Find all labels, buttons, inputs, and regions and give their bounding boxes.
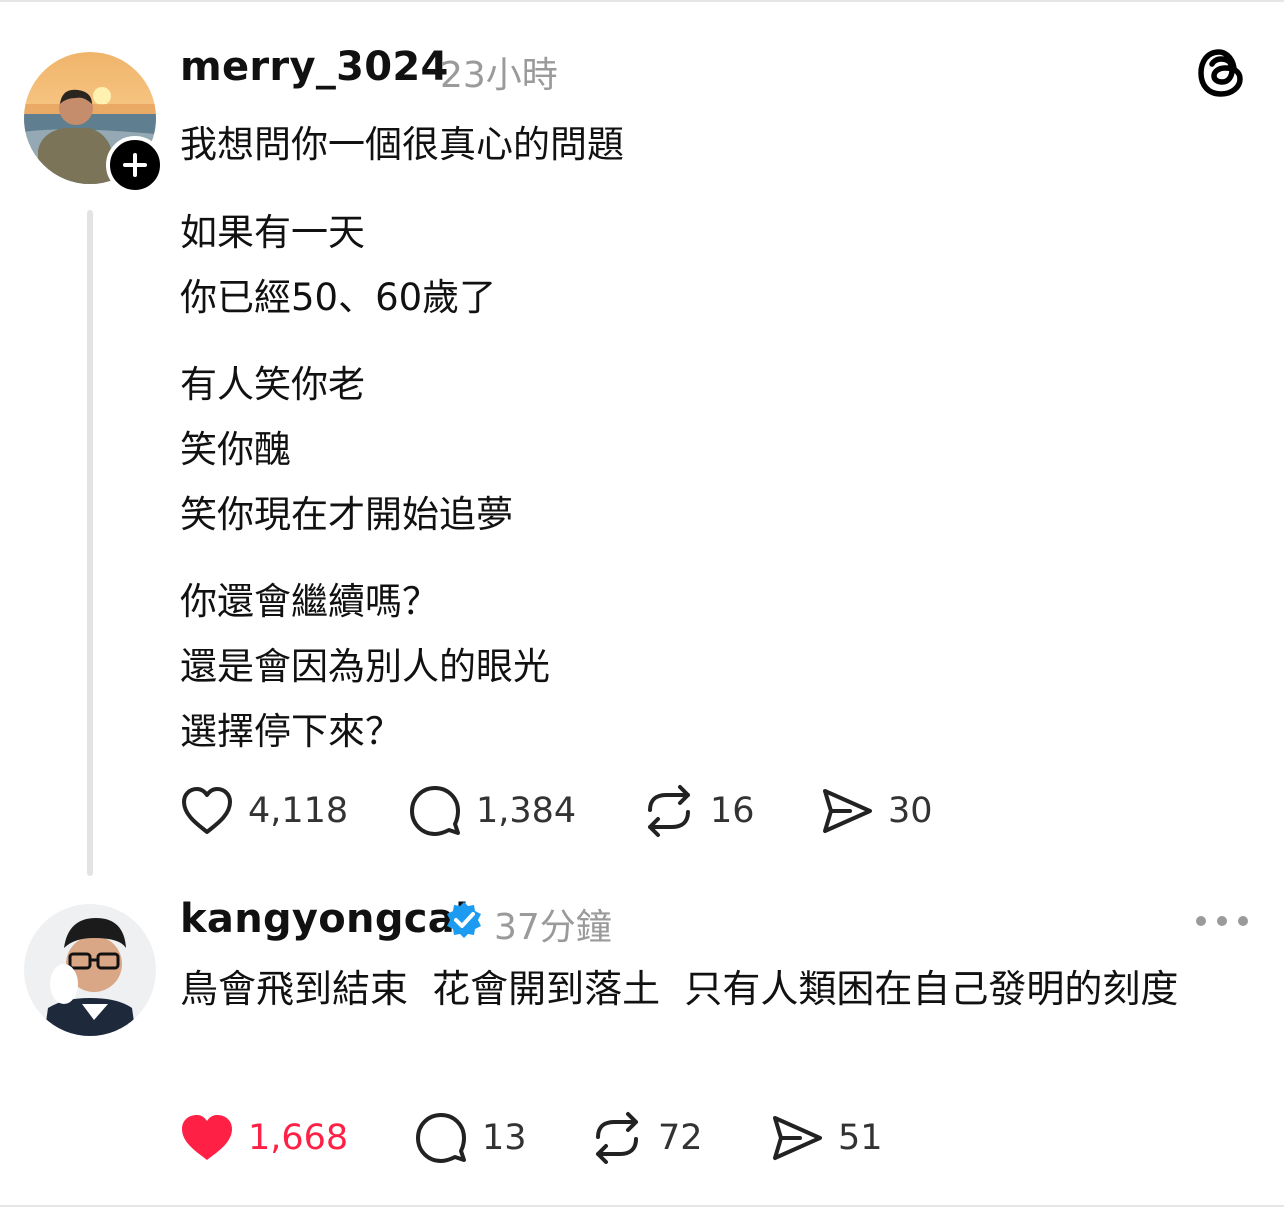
- post-text-line: 如果有一天: [180, 211, 365, 254]
- comment-count: 1,384: [476, 791, 577, 831]
- post-text-line: 我想問你一個很真心的問題: [180, 123, 624, 166]
- repost-icon: [596, 1112, 638, 1164]
- reply-username[interactable]: kangyongcai: [180, 896, 469, 942]
- repost-count: 16: [710, 791, 755, 831]
- bottom-divider: [0, 1205, 1284, 1207]
- reply-comment-button[interactable]: 13: [414, 1108, 527, 1168]
- more-icon: [1196, 916, 1206, 926]
- repost-button[interactable]: 16: [642, 781, 755, 841]
- more-options-button[interactable]: [1196, 904, 1248, 938]
- reply-like-count: 1,668: [248, 1118, 349, 1158]
- reply-avatar[interactable]: [24, 904, 156, 1036]
- comment-button[interactable]: 1,384: [408, 781, 576, 841]
- post-text-line: 選擇停下來？: [180, 710, 402, 753]
- like-button[interactable]: 4,118: [180, 781, 348, 841]
- post-action-bar: 4,118 1,384 16 30: [180, 781, 980, 841]
- reply-share-count: 51: [838, 1118, 883, 1158]
- reply-repost-count: 72: [658, 1118, 703, 1158]
- heart-icon: [182, 787, 232, 834]
- reply-text: 鳥會飛到結束 花會開到落土 只有人類困在自己發明的刻度: [180, 967, 1179, 1011]
- comment-bubble-icon: [410, 786, 460, 836]
- reply-share-button[interactable]: 51: [770, 1108, 883, 1168]
- post-text-line: 笑你醜: [180, 428, 291, 471]
- verified-badge-icon: [447, 902, 481, 938]
- more-icon: [1217, 916, 1227, 926]
- plus-icon: [123, 153, 147, 177]
- comment-bubble-icon: [416, 1113, 466, 1163]
- post-text-line: 你已經50、60歲了: [180, 276, 497, 319]
- send-icon: [773, 1116, 822, 1160]
- reply-action-bar: 1,668 13 72 51: [180, 1108, 940, 1168]
- heart-icon: [182, 1115, 232, 1160]
- post-text-line: 你還會繼續嗎？: [180, 580, 439, 623]
- reply-like-button[interactable]: 1,668: [180, 1108, 348, 1168]
- reply-comment-count: 13: [482, 1118, 527, 1158]
- thread-connector-line: [87, 210, 93, 876]
- post-text-line: 笑你現在才開始追夢: [180, 493, 513, 536]
- reply-timestamp: 37分鐘: [494, 907, 612, 948]
- post-timestamp: 23小時: [440, 55, 558, 96]
- send-icon: [823, 789, 872, 833]
- like-count: 4,118: [248, 791, 349, 831]
- top-divider: [0, 0, 1284, 2]
- share-count: 30: [888, 791, 933, 831]
- threads-logo-icon[interactable]: [1194, 44, 1250, 100]
- share-button[interactable]: 30: [820, 781, 933, 841]
- more-icon: [1238, 916, 1248, 926]
- post-username[interactable]: merry_3024: [180, 44, 449, 90]
- reply-repost-button[interactable]: 72: [590, 1108, 703, 1168]
- post-text-line: 還是會因為別人的眼光: [180, 645, 550, 688]
- repost-icon: [648, 785, 690, 837]
- post-text-line: 有人笑你老: [180, 363, 365, 406]
- follow-button[interactable]: [106, 136, 164, 194]
